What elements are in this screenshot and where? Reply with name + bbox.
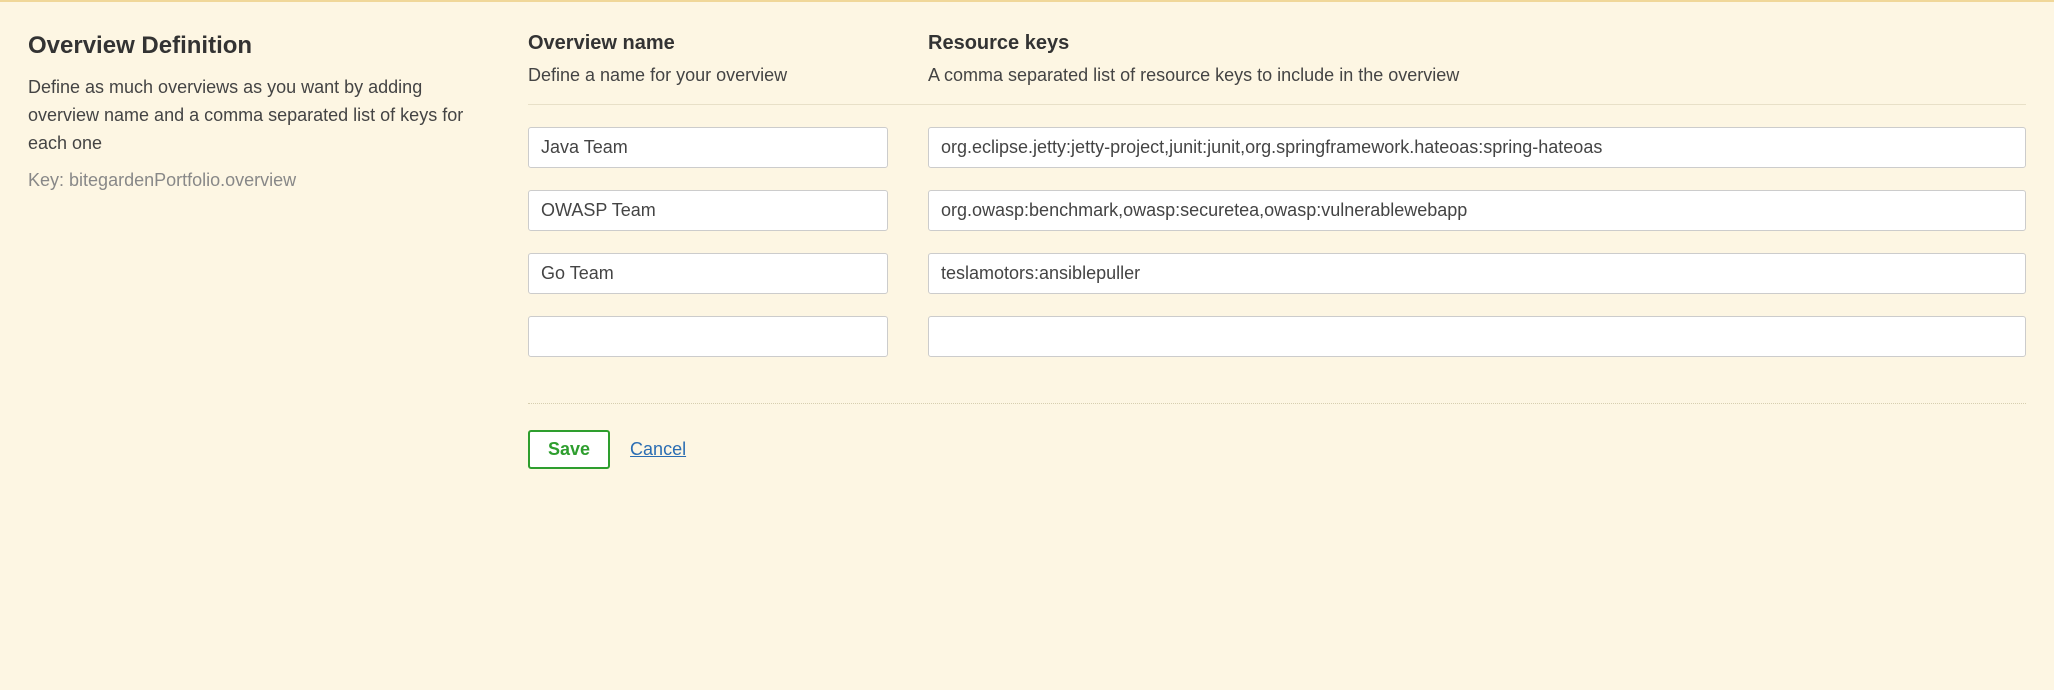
actions: Save Cancel: [528, 430, 2026, 469]
overview-name-input[interactable]: [528, 127, 888, 168]
right-panel: Overview name Define a name for your ove…: [528, 32, 2026, 469]
columns-header: Overview name Define a name for your ove…: [528, 32, 2026, 105]
divider: [528, 403, 2026, 404]
cancel-link[interactable]: Cancel: [630, 439, 686, 460]
resource-keys-input[interactable]: [928, 316, 2026, 357]
overview-name-input[interactable]: [528, 253, 888, 294]
left-panel: Overview Definition Define as much overv…: [28, 32, 488, 469]
form-row: [528, 253, 2026, 294]
section-description: Define as much overviews as you want by …: [28, 74, 488, 158]
overview-name-input[interactable]: [528, 190, 888, 231]
resource-keys-input[interactable]: [928, 127, 2026, 168]
form-rows: [528, 127, 2026, 357]
column-keys-title: Resource keys: [928, 32, 2026, 55]
settings-container: Overview Definition Define as much overv…: [28, 32, 2026, 469]
column-name-desc: Define a name for your overview: [528, 65, 888, 86]
column-keys-header: Resource keys A comma separated list of …: [928, 32, 2026, 86]
column-keys-desc: A comma separated list of resource keys …: [928, 65, 2026, 86]
overview-name-input[interactable]: [528, 316, 888, 357]
resource-keys-input[interactable]: [928, 190, 2026, 231]
column-name-header: Overview name Define a name for your ove…: [528, 32, 888, 86]
setting-key: Key: bitegardenPortfolio.overview: [28, 170, 488, 191]
column-name-title: Overview name: [528, 32, 888, 55]
form-row: [528, 127, 2026, 168]
section-title: Overview Definition: [28, 32, 488, 60]
key-prefix: Key:: [28, 170, 69, 190]
resource-keys-input[interactable]: [928, 253, 2026, 294]
form-row: [528, 190, 2026, 231]
save-button[interactable]: Save: [528, 430, 610, 469]
form-row: [528, 316, 2026, 357]
key-value: bitegardenPortfolio.overview: [69, 170, 296, 190]
